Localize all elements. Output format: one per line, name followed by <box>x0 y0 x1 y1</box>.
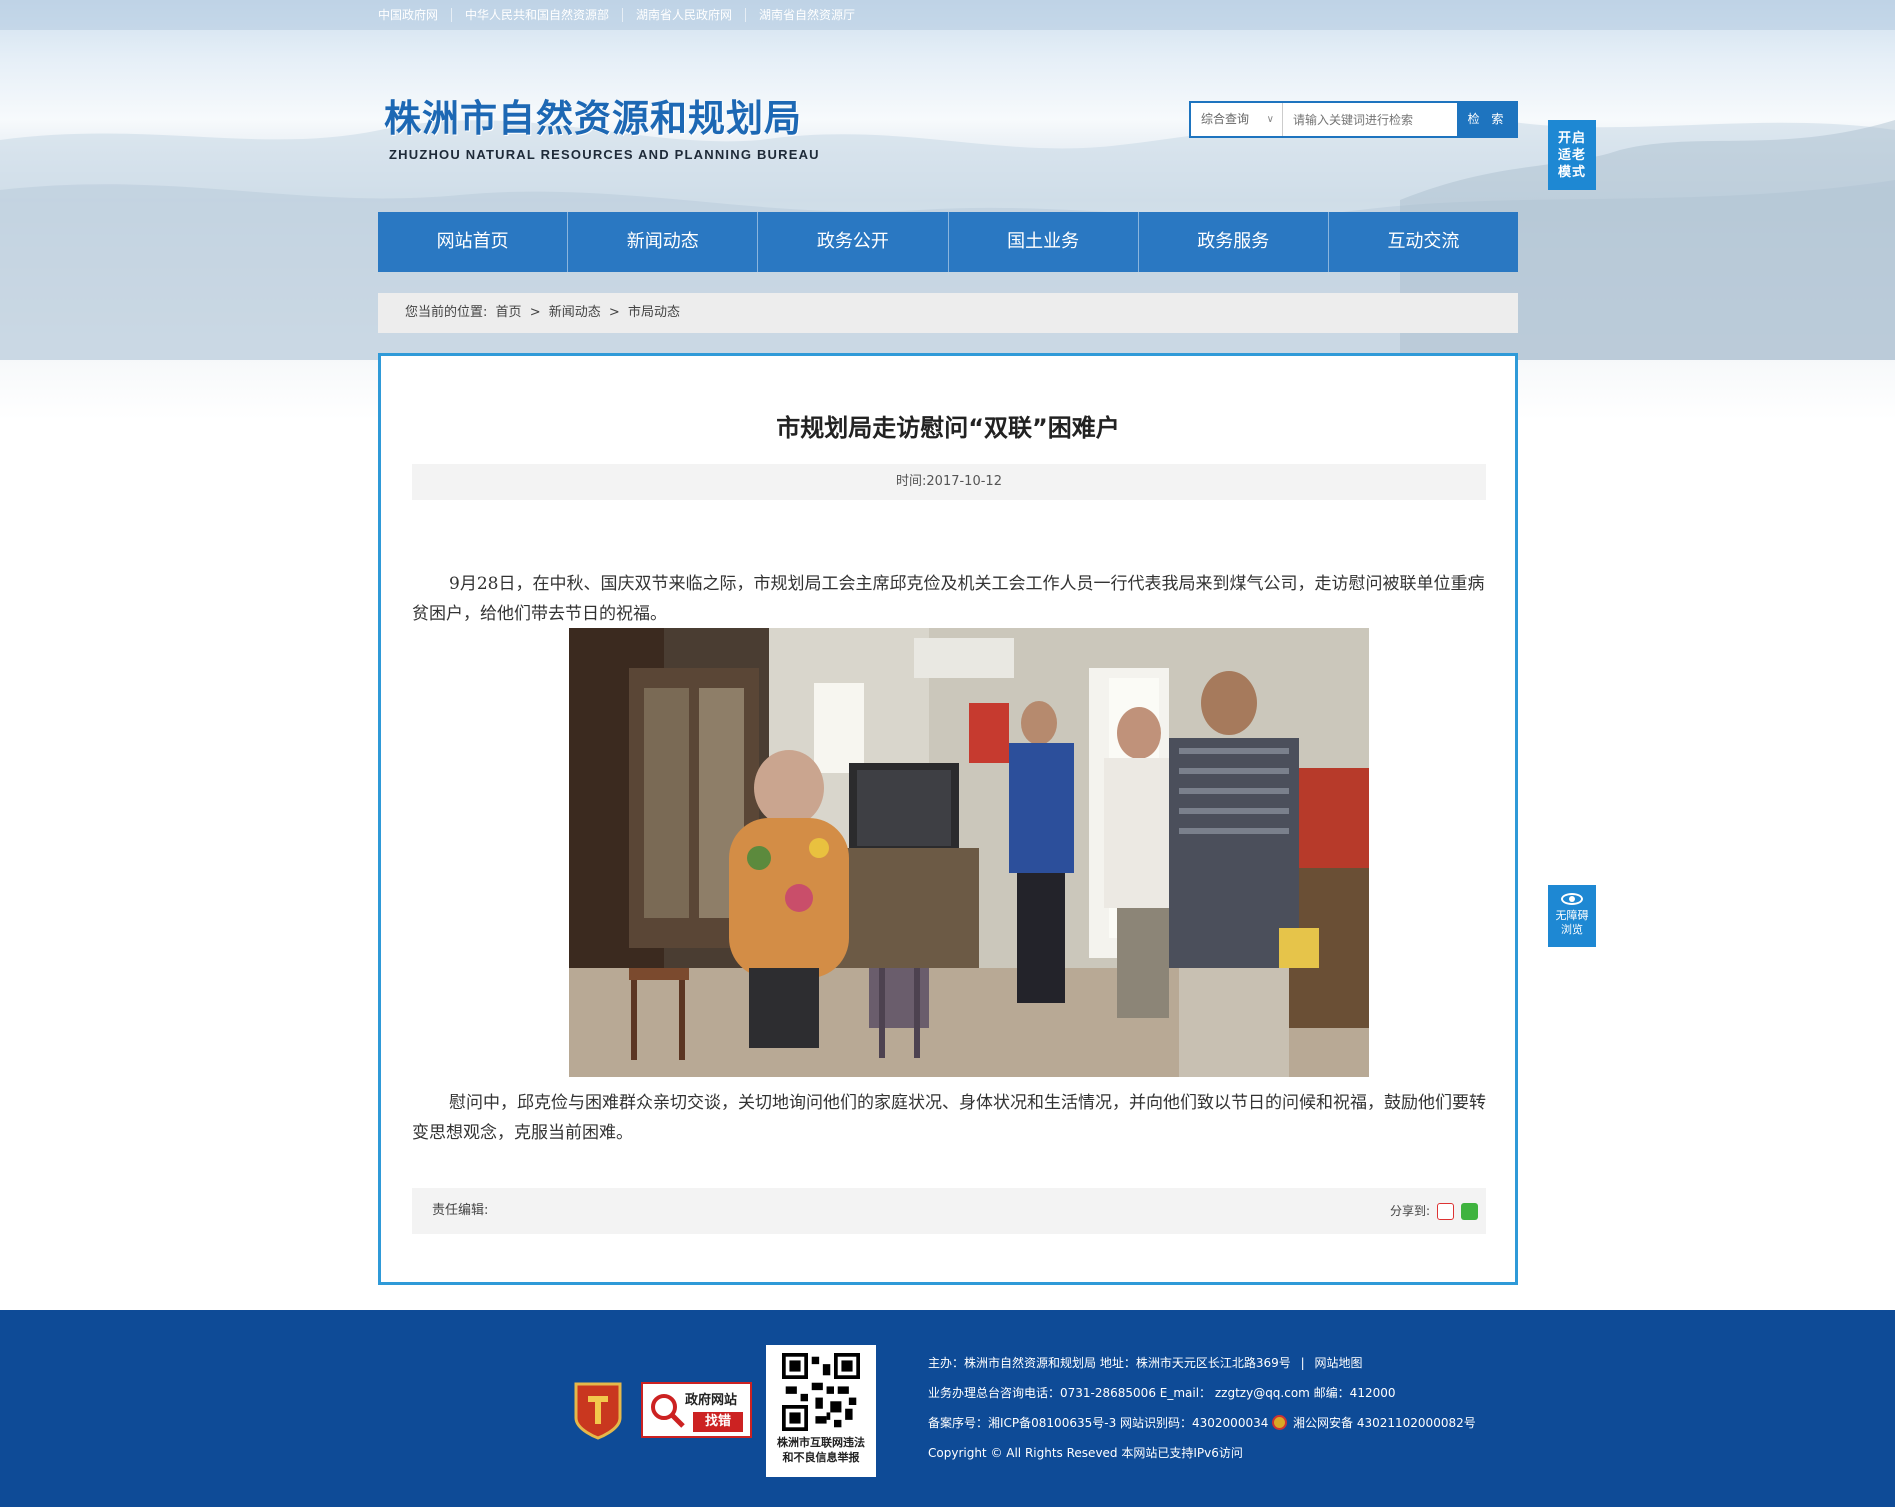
top-link-hunan-gov[interactable]: 湖南省人民政府网 <box>622 8 745 22</box>
logo-chinese: 株洲市自然资源和规划局 <box>384 97 802 140</box>
footer-contact: 业务办理总台咨询电话：0731-28685006 E_mail： zzgtzy@… <box>928 1386 1396 1400</box>
elder-mode-line-1: 开启 <box>1557 131 1586 146</box>
qr-caption-line-1: 株洲市互联网违法 <box>777 1436 865 1449</box>
eye-icon <box>1561 893 1583 905</box>
logo-english: ZHUZHOU NATURAL RESOURCES AND PLANNING B… <box>389 147 820 162</box>
nav-item-land[interactable]: 国土业务 <box>949 212 1139 272</box>
article-container: 市规划局走访慰问“双联”困难户 时间:2017-10-12 9月28日，在中秋、… <box>378 353 1518 1285</box>
breadcrumb-city-news[interactable]: 市局动态 <box>628 305 680 320</box>
site-logo[interactable]: 株洲市自然资源和规划局 ZHUZHOU NATURAL RESOURCES AN… <box>384 88 820 162</box>
top-link-hunan-nr[interactable]: 湖南省自然资源厅 <box>745 8 868 22</box>
wechat-share-icon[interactable] <box>1461 1203 1478 1220</box>
footer-row-icp: 备案序号：湘ICP备08100635号-3 网站识别码：4302000034 湘… <box>928 1408 1476 1438</box>
main-nav: 网站首页 新闻动态 政务公开 国土业务 政务服务 互动交流 <box>378 212 1518 272</box>
accessibility-line-2: 浏览 <box>1561 923 1583 936</box>
elder-mode-line-3: 模式 <box>1557 165 1586 180</box>
top-links: 中国政府网 中华人民共和国自然资源部 湖南省人民政府网 湖南省自然资源厅 <box>378 8 868 22</box>
search-input[interactable] <box>1283 103 1457 136</box>
article-title: 市规划局走访慰问“双联”困难户 <box>776 414 1120 442</box>
accessibility-button[interactable]: 无障碍 浏览 <box>1548 885 1596 947</box>
footer-icp[interactable]: 备案序号：湘ICP备08100635号-3 网站识别码：4302000034 <box>928 1416 1268 1430</box>
article-paragraph-1: 9月28日，在中秋、国庆双节来临之际，市规划局工会主席邱克俭及机关工会工作人员一… <box>412 574 1485 624</box>
article-photo <box>569 628 1369 1077</box>
article-date: 时间:2017-10-12 <box>412 464 1486 500</box>
police-badge-icon <box>1272 1415 1288 1430</box>
report-qr-code[interactable]: 株洲市互联网违法 和不良信息举报 <box>766 1345 876 1477</box>
nav-item-service[interactable]: 政务服务 <box>1139 212 1329 272</box>
nav-item-interaction[interactable]: 互动交流 <box>1329 212 1518 272</box>
breadcrumb-home[interactable]: 首页 <box>496 305 522 320</box>
breadcrumb-sep: > <box>529 305 541 320</box>
sitemap-link[interactable]: 网站地图 <box>1314 1356 1362 1370</box>
footer-row-host: 主办：株洲市自然资源和规划局 地址：株洲市天元区长江北路369号 | 网站地图 <box>928 1348 1476 1378</box>
find-error-label: 找错 <box>693 1412 743 1432</box>
gov-site-error-report-button[interactable]: 政府网站 找错 <box>641 1382 752 1438</box>
breadcrumb: 您当前的位置: 首页 > 新闻动态 > 市局动态 <box>378 293 1518 333</box>
search-scope-select[interactable]: 综合查询 ∨ <box>1191 103 1283 136</box>
breadcrumb-news[interactable]: 新闻动态 <box>549 305 601 320</box>
footer-copyright: Copyright © All Rights Reseved 本网站已支持IPv… <box>928 1446 1243 1460</box>
qr-caption-line-2: 和不良信息举报 <box>782 1451 860 1464</box>
search-scope-label: 综合查询 <box>1201 112 1250 126</box>
footer-host-address: 主办：株洲市自然资源和规划局 地址：株洲市天元区长江北路369号 <box>928 1356 1291 1370</box>
gov-site-label: 政府网站 <box>685 1393 738 1408</box>
footer-info: 主办：株洲市自然资源和规划局 地址：株洲市天元区长江北路369号 | 网站地图 … <box>928 1348 1476 1468</box>
page: 中国政府网 中华人民共和国自然资源部 湖南省人民政府网 湖南省自然资源厅 株洲市… <box>0 0 1895 1507</box>
qr-code-icon <box>782 1353 860 1431</box>
editor-label: 责任编辑: <box>432 1203 489 1218</box>
chevron-down-icon: ∨ <box>1266 114 1274 125</box>
party-gov-badge-icon[interactable] <box>572 1380 624 1440</box>
nav-item-gov-open[interactable]: 政务公开 <box>758 212 949 272</box>
qr-caption: 株洲市互联网违法 和不良信息举报 <box>766 1435 876 1465</box>
site-footer: 政府网站 找错 株洲市互联网违法 和不良信息举报 主办：株洲市自然资源和规划局 … <box>0 1310 1895 1507</box>
share-label: 分享到: <box>1389 1204 1430 1218</box>
breadcrumb-sep: > <box>608 305 620 320</box>
nav-item-news[interactable]: 新闻动态 <box>568 212 759 272</box>
top-link-mnr[interactable]: 中华人民共和国自然资源部 <box>451 8 622 22</box>
elder-mode-button[interactable]: 开启 适老 模式 <box>1548 120 1596 190</box>
top-link-gov[interactable]: 中国政府网 <box>378 8 451 22</box>
footer-police-record[interactable]: 湘公网安备 43021102000082号 <box>1293 1416 1476 1430</box>
nav-item-home[interactable]: 网站首页 <box>378 212 569 272</box>
footer-separator: | <box>1300 1356 1305 1370</box>
breadcrumb-label: 您当前的位置: <box>405 305 488 320</box>
accessibility-line-1: 无障碍 <box>1555 909 1589 922</box>
search-button[interactable]: 检 索 <box>1457 101 1518 138</box>
article-footer-bar: 责任编辑: 分享到: <box>412 1188 1486 1234</box>
article-paragraph-2: 慰问中，邱克俭与困难群众亲切交谈，关切地询问他们的家庭状况、身体状况和生活情况，… <box>412 1093 1486 1143</box>
weibo-share-icon[interactable] <box>1437 1203 1454 1220</box>
search-bar: 综合查询 ∨ 检 索 <box>1189 101 1518 138</box>
magnifier-icon <box>651 1394 685 1428</box>
elder-mode-line-2: 适老 <box>1557 148 1586 163</box>
top-bar: 中国政府网 中华人民共和国自然资源部 湖南省人民政府网 湖南省自然资源厅 <box>0 0 1895 30</box>
